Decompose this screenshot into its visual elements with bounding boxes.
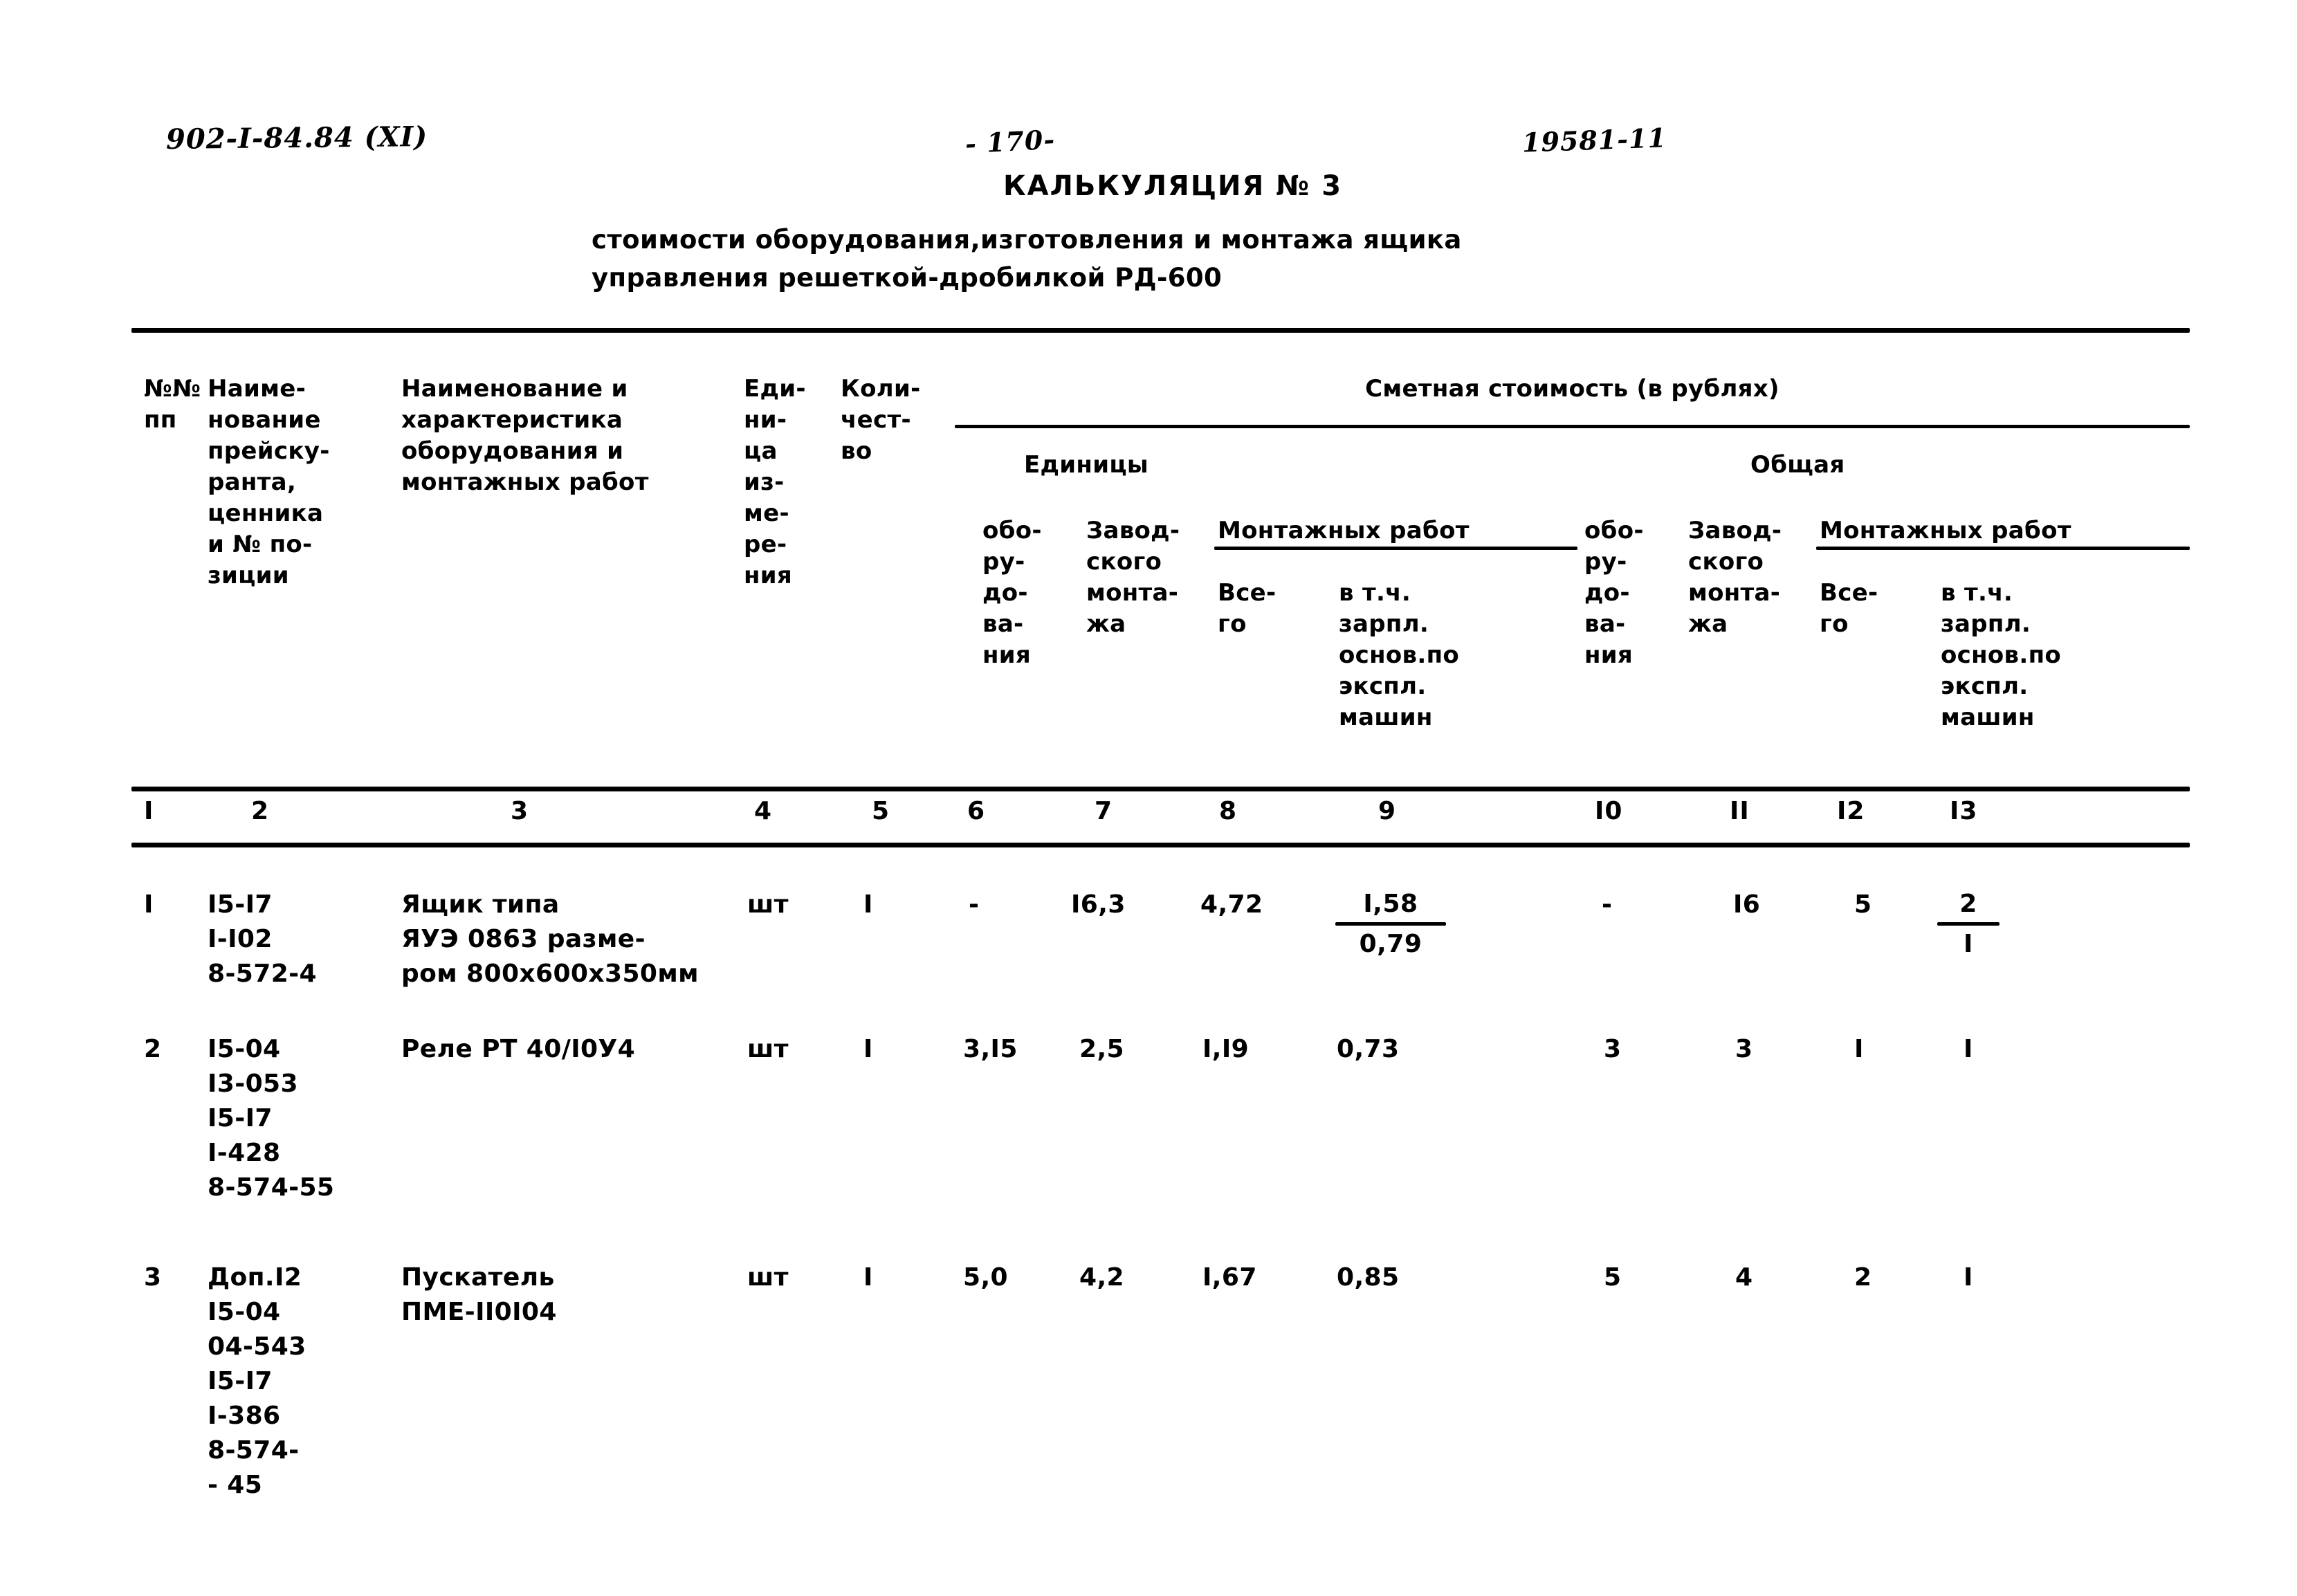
- column-header-total-install-wages: в т.ч. зарпл. основ.по экспл. машин: [1941, 579, 2062, 731]
- column-number-7: 7: [1095, 797, 1113, 825]
- row-2-unit-factory-assembly: 2,5: [1079, 1035, 1124, 1063]
- column-number-8: 8: [1219, 797, 1238, 825]
- row-1-no: I: [144, 890, 154, 919]
- row-3-price-list: Доп.I2 I5-04 04-543 I5-I7 I-386 8-574- -…: [208, 1263, 306, 1499]
- row-2-price-list: I5-04 I3-053 I5-I7 I-428 8-574-55: [208, 1035, 335, 1202]
- column-number-9: 9: [1378, 797, 1397, 825]
- row-1-unit-install-wages-denominator: 0,79: [1359, 930, 1422, 958]
- document-page: 902-I-84.84 (XI) - 170- 19581-11 КАЛЬКУЛ…: [0, 0, 2297, 1596]
- row-2-unit-install-total: I,I9: [1202, 1035, 1250, 1063]
- column-number-10: I0: [1595, 797, 1623, 825]
- page-title-text: КАЛЬКУЛЯЦИЯ № 3: [1003, 170, 1343, 202]
- row-1-qty: I: [863, 890, 873, 919]
- column-number-4: 4: [754, 797, 773, 825]
- column-header-unit-factory-assembly: Завод- ского монта- жа: [1086, 517, 1180, 638]
- row-1-unit-install-total: 4,72: [1200, 890, 1263, 919]
- column-header-total-equipment: обо- ру- до- ва- ния: [1584, 517, 1644, 669]
- row-2-no: 2: [144, 1035, 162, 1063]
- column-number-1: I: [144, 797, 154, 825]
- row-1-unit-install-wages: I,58 0,79: [1335, 888, 1446, 961]
- row-2-name: Реле РТ 40/I0У4: [401, 1035, 636, 1063]
- column-header-group-total: Общая: [1750, 451, 1845, 479]
- row-2-unit: шт: [747, 1035, 789, 1063]
- page-title: КАЛЬКУЛЯЦИЯ № 3: [0, 170, 2297, 202]
- table-rule-below-colnums: [131, 843, 2190, 847]
- column-number-11: II: [1730, 797, 1750, 825]
- row-3-total-factory-assembly: 4: [1735, 1263, 1753, 1292]
- column-header-unit-install-wages: в т.ч. зарпл. основ.по экспл. машин: [1339, 579, 1460, 731]
- row-1-total-install-wages-numerator: 2: [1959, 890, 1977, 918]
- column-header-total-factory-assembly: Завод- ского монта- жа: [1688, 517, 1782, 638]
- row-1-total-install-wages-denominator: I: [1964, 930, 1973, 958]
- row-2-qty: I: [863, 1035, 873, 1063]
- row-2-unit-equipment: 3,I5: [963, 1035, 1018, 1063]
- row-1-total-factory-assembly: I6: [1733, 890, 1761, 919]
- row-3-qty: I: [863, 1263, 873, 1292]
- column-header-qty: Коли- чест- во: [841, 375, 921, 465]
- column-number-5: 5: [872, 797, 890, 825]
- document-code: 902-I-84.84 (XI): [165, 120, 428, 156]
- row-1-unit: шт: [747, 890, 789, 919]
- column-header-unit-install-total: Все- го: [1218, 579, 1276, 638]
- row-1-unit-equipment: -: [969, 890, 980, 919]
- column-header-group-unit: Единицы: [1024, 451, 1148, 479]
- column-header-total-install-group: Монтажных работ: [1820, 517, 2071, 544]
- row-2-total-factory-assembly: 3: [1735, 1035, 1753, 1063]
- subtitle-line-1: стоимости оборудования,изготовления и мо…: [592, 225, 1462, 255]
- row-3-no: 3: [144, 1263, 162, 1292]
- column-number-13: I3: [1950, 797, 1978, 825]
- row-1-price-list: I5-I7 I-I02 8-572-4: [208, 890, 317, 988]
- column-header-name: Наименование и характеристика оборудован…: [401, 375, 649, 496]
- row-3-name: Пускатель ПМЕ-II0I04: [401, 1263, 557, 1326]
- column-number-12: I2: [1837, 797, 1865, 825]
- table-rule-cost-group: [955, 425, 2190, 428]
- row-2-unit-install-wages: 0,73: [1337, 1035, 1400, 1063]
- table-rule-install-total: [1816, 547, 2190, 550]
- row-1-unit-install-wages-numerator: I,58: [1363, 890, 1418, 918]
- row-1-total-install-wages: 2 I: [1937, 888, 1999, 961]
- row-3-total-equipment: 5: [1604, 1263, 1622, 1292]
- column-header-group-cost: Сметная стоимость (в рублях): [1365, 375, 1779, 403]
- column-header-no: №№ пп: [144, 375, 201, 434]
- column-number-3: 3: [511, 797, 529, 825]
- table-rule-top: [131, 328, 2190, 333]
- row-3-unit-factory-assembly: 4,2: [1079, 1263, 1124, 1292]
- column-header-unit: Еди- ни- ца из- ме- ре- ния: [744, 375, 806, 589]
- row-3-total-install-wages: I: [1964, 1263, 1973, 1292]
- column-number-2: 2: [251, 797, 270, 825]
- row-1-unit-factory-assembly: I6,3: [1071, 890, 1126, 919]
- fraction-bar-icon: [1937, 922, 1999, 926]
- fraction-bar-icon: [1335, 922, 1446, 926]
- row-2-total-install-total: I: [1854, 1035, 1864, 1063]
- table-rule-above-colnums: [131, 787, 2190, 791]
- row-3-unit-install-total: I,67: [1202, 1263, 1257, 1292]
- page-number: - 170-: [964, 123, 1056, 160]
- row-3-unit-equipment: 5,0: [963, 1263, 1008, 1292]
- archive-stamp-number: 19581-11: [1521, 122, 1667, 158]
- column-header-price-list: Наиме- нование прейску- ранта, ценника и…: [208, 375, 330, 589]
- row-1-name: Ящик типа ЯУЭ 0863 разме- ром 800х600х35…: [401, 890, 699, 988]
- row-3-total-install-total: 2: [1854, 1263, 1872, 1292]
- row-3-unit: шт: [747, 1263, 789, 1292]
- row-2-total-equipment: 3: [1604, 1035, 1622, 1063]
- subtitle-line-2: управления решеткой-дробилкой РД-600: [592, 263, 1223, 293]
- column-header-unit-install-group: Монтажных работ: [1218, 517, 1470, 544]
- row-1-total-install-total: 5: [1854, 890, 1872, 919]
- row-1-total-equipment: -: [1602, 890, 1613, 919]
- row-2-total-install-wages: I: [1964, 1035, 1973, 1063]
- column-header-unit-equipment: обо- ру- до- ва- ния: [982, 517, 1042, 669]
- column-number-6: 6: [967, 797, 986, 825]
- table-rule-install-unit: [1214, 547, 1577, 550]
- column-header-total-install-total: Все- го: [1820, 579, 1878, 638]
- row-3-unit-install-wages: 0,85: [1337, 1263, 1400, 1292]
